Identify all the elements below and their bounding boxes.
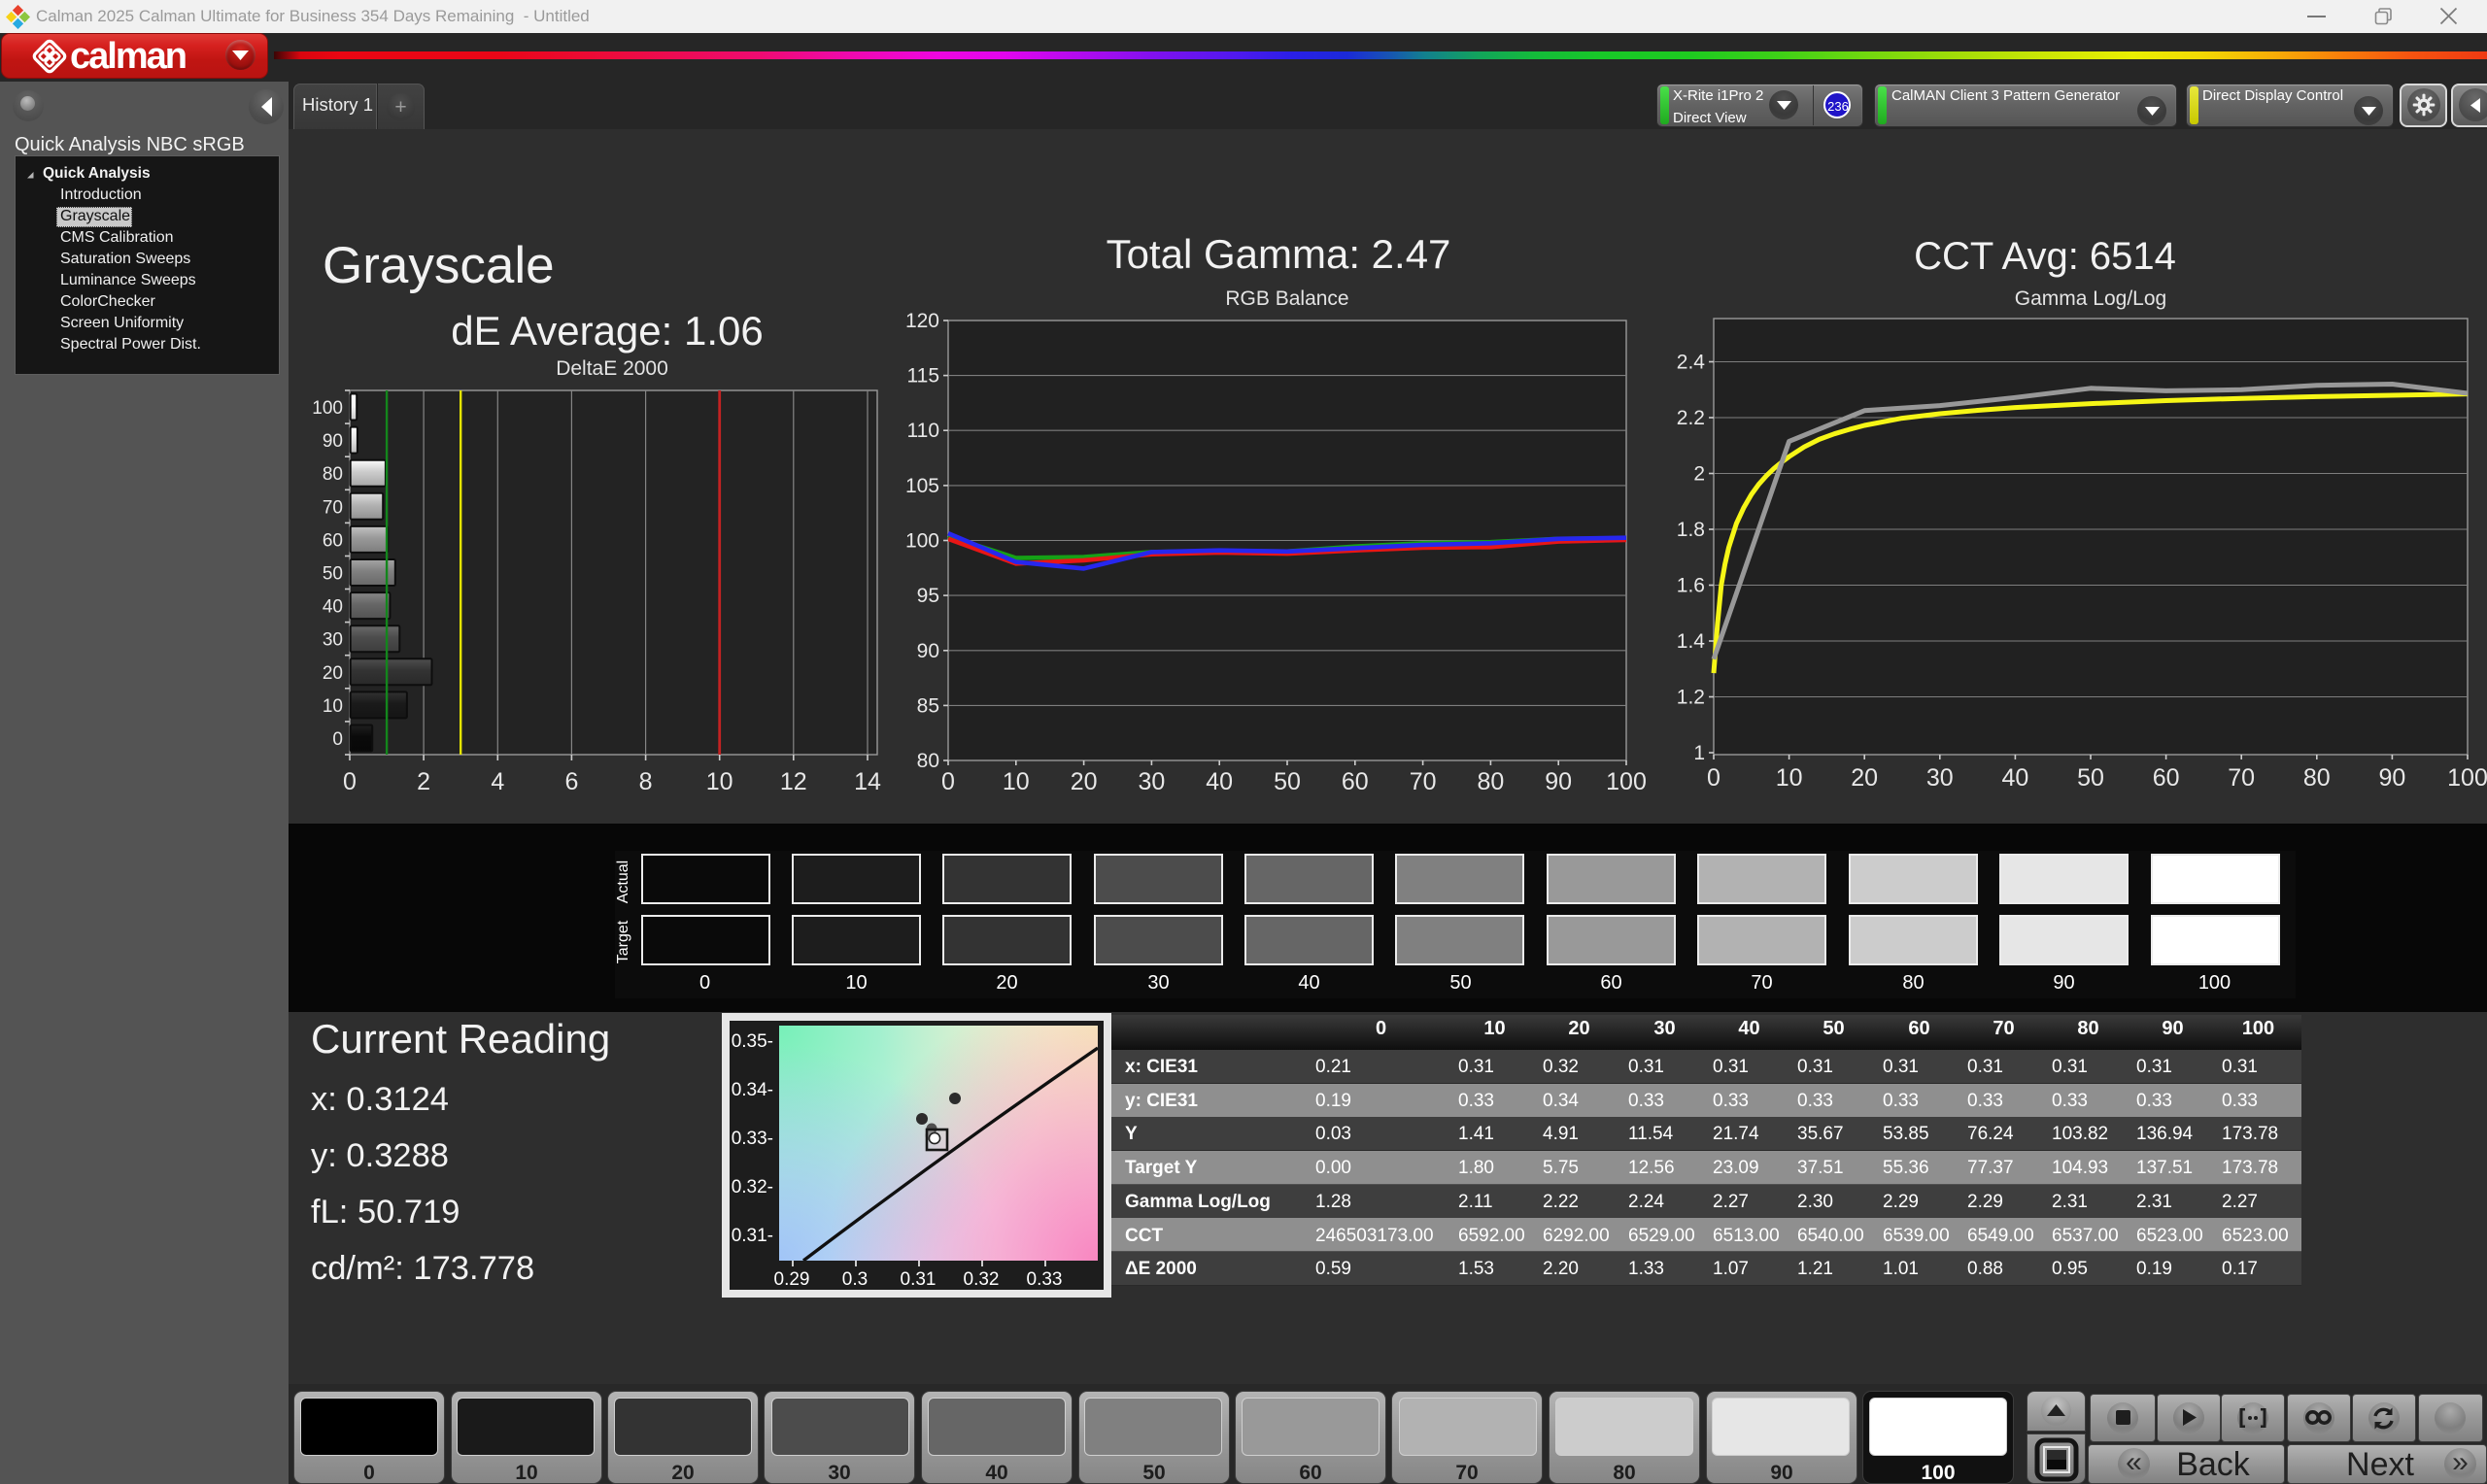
svg-text:0: 0 <box>941 768 955 795</box>
svg-text:60: 60 <box>323 530 343 551</box>
svg-text:0: 0 <box>343 768 357 795</box>
svg-text:50: 50 <box>323 564 343 585</box>
svg-text:60: 60 <box>1342 768 1369 795</box>
svg-text:95: 95 <box>917 585 939 607</box>
svg-text:90: 90 <box>917 640 939 662</box>
svg-text:85: 85 <box>917 694 939 717</box>
svg-text:30: 30 <box>1138 768 1165 795</box>
svg-text:50: 50 <box>2077 764 2104 792</box>
svg-text:30: 30 <box>323 630 343 651</box>
svg-text:20: 20 <box>1071 768 1098 795</box>
svg-text:40: 40 <box>323 597 343 618</box>
svg-text:10: 10 <box>323 696 343 717</box>
svg-text:90: 90 <box>1545 768 1572 795</box>
svg-text:0: 0 <box>1707 764 1720 792</box>
svg-text:100: 100 <box>2447 764 2487 792</box>
svg-text:80: 80 <box>323 464 343 485</box>
svg-text:70: 70 <box>1410 768 1437 795</box>
svg-text:10: 10 <box>1003 768 1030 795</box>
svg-text:115: 115 <box>907 365 939 388</box>
svg-text:110: 110 <box>907 420 939 442</box>
svg-text:1.8: 1.8 <box>1677 519 1705 541</box>
svg-text:90: 90 <box>2378 764 2405 792</box>
svg-text:100: 100 <box>905 530 939 553</box>
svg-text:40: 40 <box>1206 768 1233 795</box>
svg-text:10: 10 <box>706 768 733 795</box>
svg-text:4: 4 <box>491 768 504 795</box>
svg-text:105: 105 <box>905 475 939 497</box>
svg-text:2.4: 2.4 <box>1677 352 1706 374</box>
svg-text:1.6: 1.6 <box>1677 575 1705 597</box>
svg-text:8: 8 <box>639 768 653 795</box>
svg-text:50: 50 <box>1274 768 1301 795</box>
svg-text:100: 100 <box>1606 768 1647 795</box>
svg-text:100: 100 <box>312 398 343 419</box>
svg-text:70: 70 <box>2228 764 2255 792</box>
svg-text:80: 80 <box>1477 768 1504 795</box>
svg-text:80: 80 <box>2303 764 2331 792</box>
svg-text:6: 6 <box>564 768 578 795</box>
svg-text:12: 12 <box>780 768 807 795</box>
svg-text:1.2: 1.2 <box>1677 687 1705 709</box>
svg-text:2.2: 2.2 <box>1677 407 1705 429</box>
svg-text:60: 60 <box>2153 764 2180 792</box>
svg-text:40: 40 <box>2001 764 2028 792</box>
svg-text:2: 2 <box>417 768 430 795</box>
svg-text:20: 20 <box>1851 764 1878 792</box>
svg-text:1.4: 1.4 <box>1677 630 1706 653</box>
svg-text:30: 30 <box>1926 764 1954 792</box>
svg-text:90: 90 <box>323 431 343 452</box>
svg-text:1: 1 <box>1693 742 1705 764</box>
svg-text:70: 70 <box>323 497 343 518</box>
svg-text:120: 120 <box>905 310 939 332</box>
svg-text:20: 20 <box>323 663 343 684</box>
svg-text:14: 14 <box>854 768 881 795</box>
svg-text:0: 0 <box>332 729 343 750</box>
svg-text:2: 2 <box>1693 463 1705 486</box>
svg-text:10: 10 <box>1776 764 1803 792</box>
svg-text:80: 80 <box>917 750 939 772</box>
